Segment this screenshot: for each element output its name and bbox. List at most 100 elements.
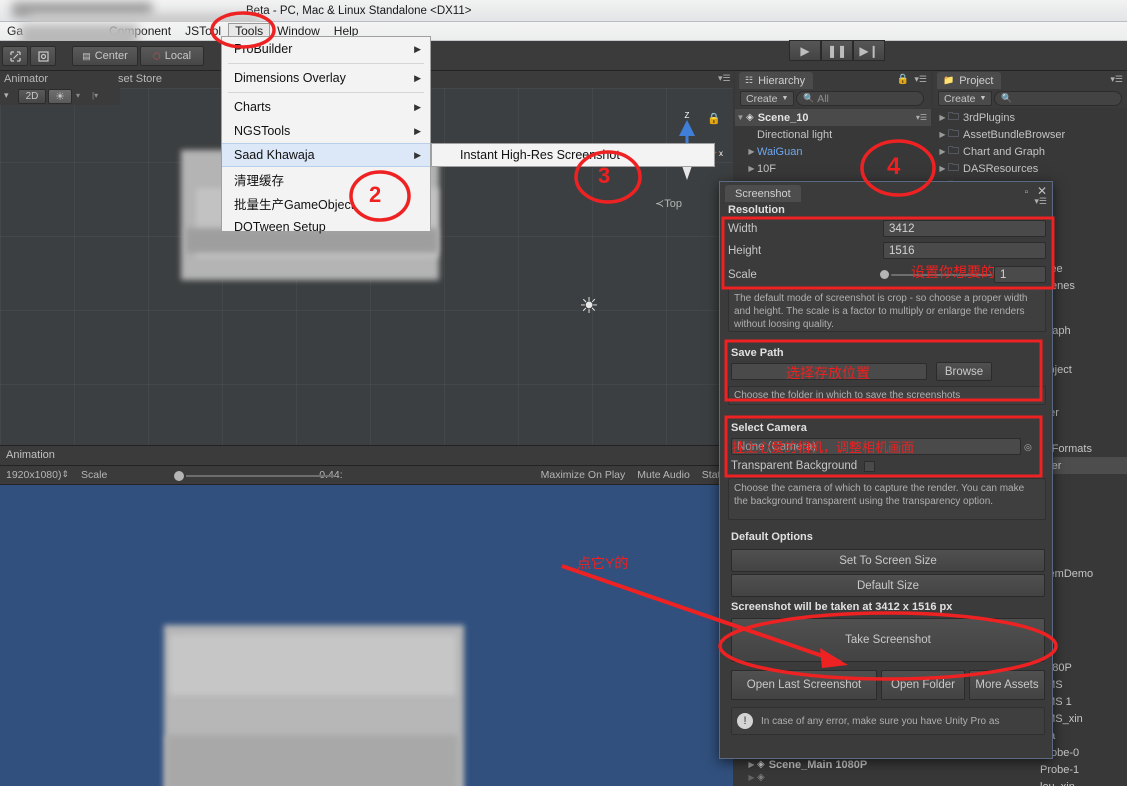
- scene-shading-dropdown[interactable]: ▾: [4, 90, 9, 101]
- menu-item-dimensions-overlay[interactable]: Dimensions Overlay ▶: [222, 66, 430, 90]
- step-button[interactable]: ▶❙: [853, 40, 885, 61]
- project-item[interactable]: nter: [1040, 404, 1127, 421]
- project-create-button[interactable]: Create ▼: [938, 91, 993, 106]
- open-folder-button[interactable]: Open Folder: [881, 670, 965, 700]
- hierarchy-search-input[interactable]: 🔍 All: [796, 91, 924, 106]
- width-input[interactable]: 3412: [883, 220, 1046, 237]
- hierarchy-item-10f[interactable]: ▶ 10F: [735, 160, 931, 177]
- project-item[interactable]: _MS: [1040, 676, 1127, 693]
- tab-animation[interactable]: Animation: [6, 449, 55, 461]
- project-item[interactable]: ▶ 🗀 AssetBundleBrowser: [933, 126, 1127, 143]
- project-item[interactable]: mlFormats: [1040, 440, 1127, 457]
- project-item[interactable]: ▶ 🗀 3rdPlugins: [933, 109, 1127, 126]
- browse-button[interactable]: Browse: [936, 362, 992, 381]
- project-item[interactable]: ▶ 🗀 DASResources: [933, 160, 1127, 177]
- scale-slider-knob[interactable]: [880, 270, 889, 279]
- project-item[interactable]: ▶ 🗀 Chart and Graph: [933, 143, 1127, 160]
- project-item[interactable]: Probe-0: [1040, 744, 1127, 761]
- project-clipped-list-a[interactable]: Free scenes Graph Object: [1040, 260, 1127, 378]
- scene-lock-icon[interactable]: 🔒: [707, 112, 721, 125]
- set-to-screen-size-button[interactable]: Set To Screen Size: [731, 549, 1045, 572]
- hierarchy-create-button[interactable]: Create ▼: [740, 91, 795, 106]
- project-item[interactable]: _MS_xin: [1040, 710, 1127, 727]
- screenshot-window-controls[interactable]: ▫ ✕ ▾☰: [1025, 184, 1047, 206]
- scene-panel-menu-icon[interactable]: ▾☰: [718, 73, 731, 84]
- menu-item-batch-gameobject[interactable]: 批量生产GameObject: [222, 191, 430, 215]
- rect-tool-icon[interactable]: [2, 46, 28, 66]
- project-clipped-list-c[interactable]: es stemDemo: [1040, 518, 1127, 582]
- scale-input[interactable]: 1: [994, 266, 1046, 283]
- menu-bar[interactable]: Ga Component JSTool Tools Window Help: [0, 22, 1127, 41]
- screenshot-window-tab[interactable]: Screenshot: [725, 185, 801, 202]
- camera-picker-icon[interactable]: ◎: [1024, 442, 1032, 453]
- project-clipped-list-b[interactable]: nter mlFormats aker: [1040, 404, 1127, 474]
- tab-project[interactable]: 📁 Project: [937, 72, 1002, 89]
- project-item[interactable]: 1080P: [1040, 659, 1127, 676]
- pivot-toggle-button[interactable]: ▤ Center: [72, 46, 138, 66]
- height-input[interactable]: 1516: [883, 242, 1046, 259]
- scene-audio-toggle[interactable]: ▾: [76, 91, 80, 100]
- scene-context-menu-icon[interactable]: ▾☰: [916, 113, 927, 122]
- project-item[interactable]: Object: [1040, 361, 1127, 378]
- project-item-selected[interactable]: aker: [1040, 457, 1127, 474]
- hierarchy-panel-menu-icon[interactable]: ▾☰: [914, 74, 927, 85]
- project-item[interactable]: scenes: [1040, 277, 1127, 294]
- project-item[interactable]: Free: [1040, 260, 1127, 277]
- hierarchy-item-partial[interactable]: ▶ ◈: [735, 769, 931, 786]
- hierarchy-search-placeholder: All: [817, 92, 829, 105]
- mute-audio-button[interactable]: Mute Audio: [631, 469, 696, 481]
- menu-item-clear-cache[interactable]: 清理缓存: [222, 167, 430, 191]
- hierarchy-item-scene10[interactable]: ▼ ◈ Scene_10 ▾☰: [735, 109, 931, 126]
- saad-khawaja-submenu[interactable]: Instant High-Res Screenshot: [431, 143, 715, 167]
- submenu-item-instant-high-res-screenshot[interactable]: Instant High-Res Screenshot: [460, 148, 620, 162]
- project-item-label: DASResources: [963, 162, 1039, 175]
- scene-lighting-toggle[interactable]: ☀: [48, 89, 72, 104]
- hierarchy-item-waiguan[interactable]: ▶ WaiGuan: [735, 143, 931, 160]
- menu-item-label: Saad Khawaja: [234, 148, 315, 162]
- default-size-button[interactable]: Default Size: [731, 574, 1045, 597]
- project-item[interactable]: Graph: [1040, 322, 1127, 339]
- menu-item-dotween-setup[interactable]: DOTween Setup: [222, 215, 430, 239]
- menu-item-charts[interactable]: Charts ▶: [222, 95, 430, 119]
- hierarchy-lock-icon[interactable]: 🔒: [897, 74, 909, 85]
- minimize-icon[interactable]: ▫: [1025, 187, 1029, 198]
- game-view[interactable]: [0, 485, 733, 786]
- tab-animator[interactable]: Animator: [4, 73, 48, 85]
- screenshot-window[interactable]: Screenshot ▫ ✕ ▾☰ Resolution Width 3412 …: [719, 181, 1053, 759]
- project-clipped-list-d[interactable]: 1080P _MS _MS 1 _MS_xin ata Probe-0 Prob…: [1040, 659, 1127, 786]
- project-panel-menu-icon[interactable]: ▾☰: [1110, 74, 1123, 85]
- project-item[interactable]: ata: [1040, 727, 1127, 744]
- open-last-screenshot-button[interactable]: Open Last Screenshot: [731, 670, 877, 700]
- play-button[interactable]: ▶: [789, 40, 821, 61]
- more-assets-button[interactable]: More Assets: [969, 670, 1045, 700]
- hierarchy-item-directional-light[interactable]: Directional light: [735, 126, 931, 143]
- menu-item-probuilder[interactable]: ProBuilder ▶: [222, 37, 430, 61]
- pause-button[interactable]: ❚❚: [821, 40, 853, 61]
- project-search-input[interactable]: 🔍: [994, 91, 1122, 106]
- play-controls[interactable]: ▶ ❚❚ ▶❙: [789, 40, 885, 61]
- project-item[interactable]: es: [1040, 518, 1127, 535]
- game-scale-slider-knob[interactable]: [174, 471, 184, 481]
- take-screenshot-button[interactable]: Take Screenshot: [731, 618, 1045, 662]
- project-item[interactable]: lou_xin: [1040, 778, 1127, 786]
- transparent-background-checkbox[interactable]: [864, 460, 876, 472]
- maximize-on-play-button[interactable]: Maximize On Play: [535, 469, 632, 481]
- transform-tool-icon[interactable]: [30, 46, 56, 66]
- project-item[interactable]: Probe-1: [1040, 761, 1127, 778]
- menu-item-ngstools[interactable]: NGSTools ▶: [222, 119, 430, 143]
- space-toggle-button[interactable]: ⬡ Local: [140, 46, 204, 66]
- project-item-label: Probe-1: [1040, 763, 1080, 776]
- scene-fx-dropdown[interactable]: |▾: [92, 91, 98, 100]
- menu-item-saad-khawaja[interactable]: Saad Khawaja ▶: [222, 143, 430, 167]
- project-item[interactable]: stemDemo: [1040, 565, 1127, 582]
- project-item[interactable]: _MS 1: [1040, 693, 1127, 710]
- project-item-spacer-3: [1040, 421, 1127, 440]
- tab-asset-store[interactable]: set Store: [118, 73, 162, 85]
- transparent-background-row[interactable]: Transparent Background: [731, 460, 876, 472]
- hierarchy-create-label: Create: [746, 92, 778, 105]
- game-scale-slider-track[interactable]: [186, 475, 334, 477]
- two-d-toggle[interactable]: 2D: [18, 89, 46, 104]
- tab-hierarchy[interactable]: ☷ Hierarchy: [739, 72, 814, 89]
- tools-dropdown-menu[interactable]: ProBuilder ▶ Dimensions Overlay ▶ Charts…: [221, 36, 431, 234]
- game-resolution-dropdown[interactable]: 1920x1080) ⇕: [0, 469, 75, 481]
